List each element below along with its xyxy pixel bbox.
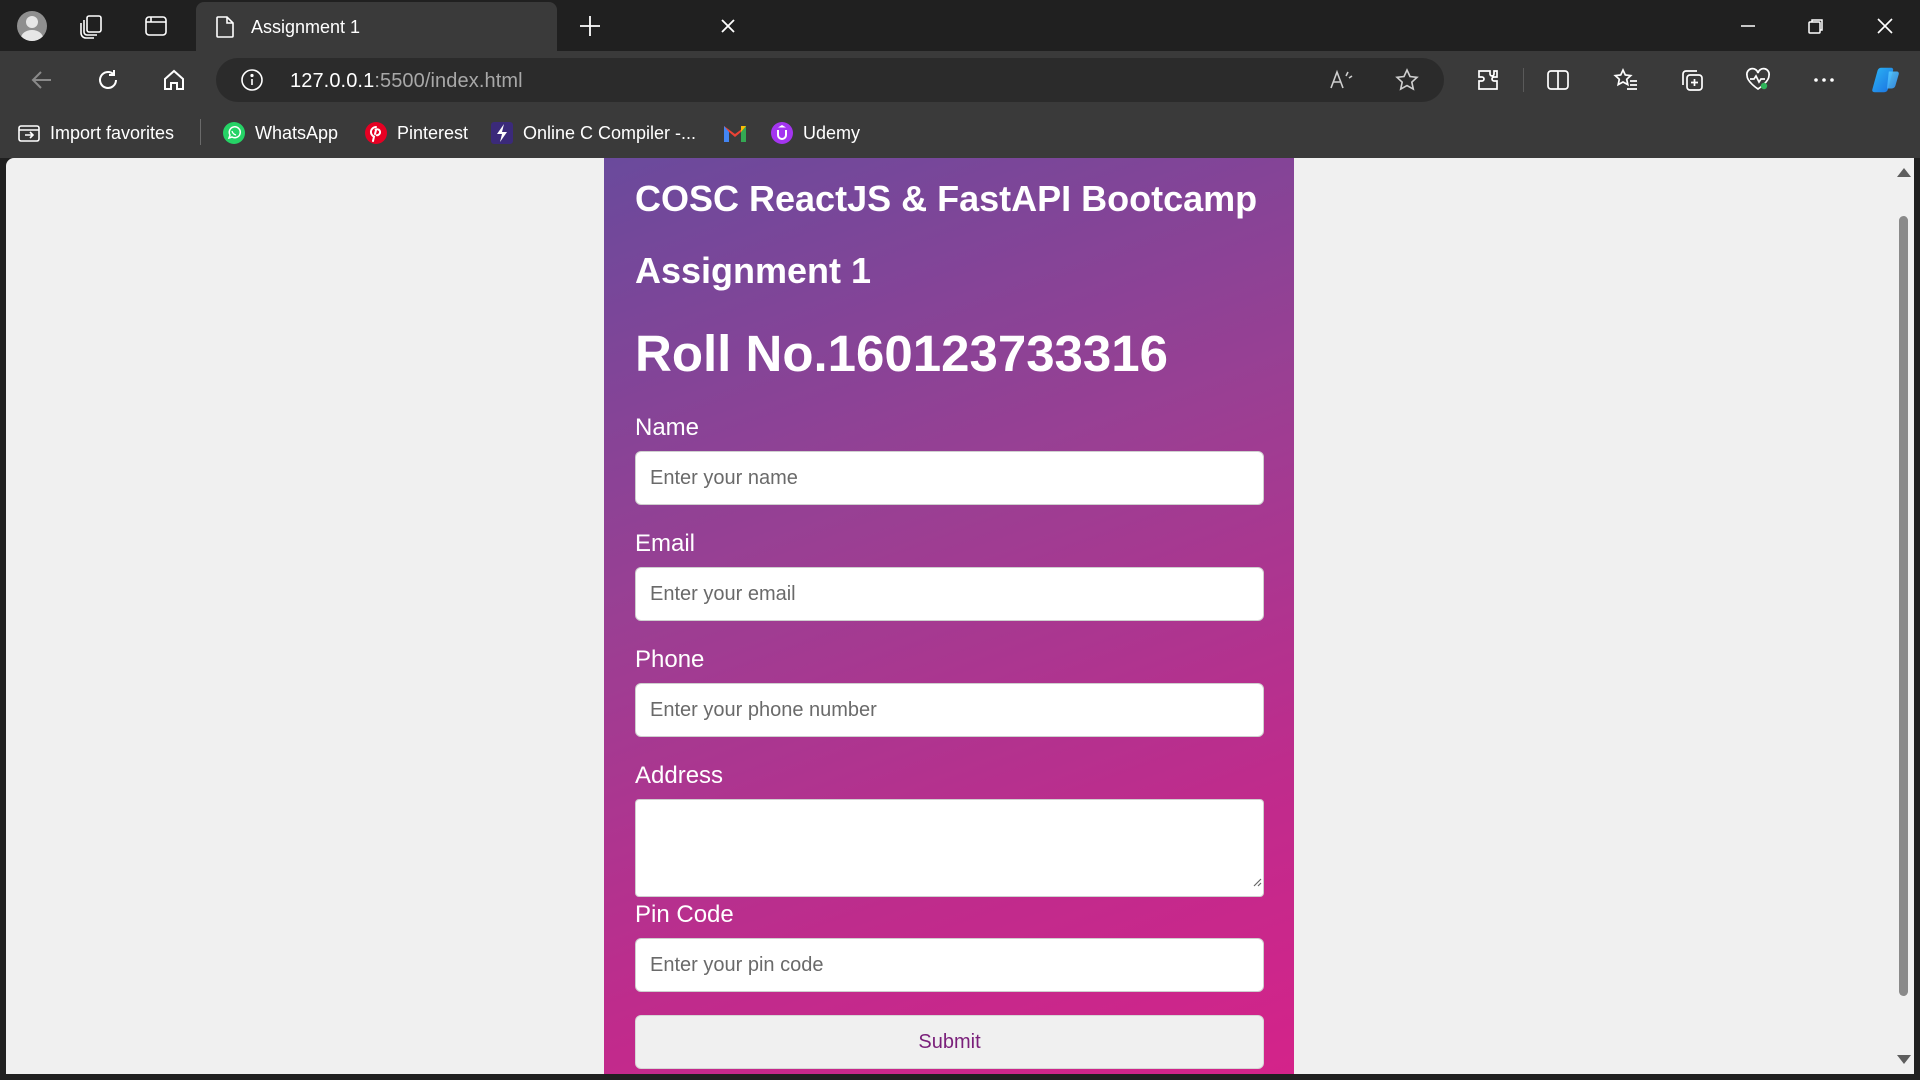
- reload-icon[interactable]: [92, 64, 124, 96]
- bookmark-divider: [200, 119, 201, 145]
- udemy-icon: [771, 122, 793, 144]
- bookmark-import-favorites[interactable]: Import favorites: [17, 118, 174, 148]
- tab-actions-icon[interactable]: [140, 10, 172, 42]
- bookmark-gmail[interactable]: [722, 118, 748, 148]
- extensions-icon[interactable]: [1472, 64, 1504, 96]
- bookmarks-bar: Import favorites WhatsApp Pinterest Onli…: [0, 108, 1920, 158]
- read-aloud-icon[interactable]: [1328, 67, 1354, 98]
- profile-avatar-icon[interactable]: [16, 10, 48, 42]
- bookmark-whatsapp[interactable]: WhatsApp: [222, 118, 338, 148]
- email-label: Email: [635, 530, 696, 557]
- tab-title: Assignment 1: [251, 17, 361, 37]
- minimize-icon[interactable]: [1728, 10, 1768, 42]
- whatsapp-icon: [223, 122, 245, 144]
- more-options-icon[interactable]: [1808, 64, 1840, 96]
- name-label: Name: [635, 414, 700, 441]
- split-screen-icon[interactable]: [1542, 64, 1574, 96]
- address-textarea[interactable]: [635, 799, 1264, 897]
- scroll-thumb[interactable]: [1899, 216, 1908, 996]
- gmail-icon: [724, 126, 746, 142]
- url-text[interactable]: 127.0.0.1:5500/index.html: [290, 70, 523, 93]
- roll-number: Roll No.160123733316: [635, 325, 1169, 382]
- back-icon[interactable]: [26, 64, 58, 96]
- address-label: Address: [635, 762, 724, 789]
- page-scrollbar[interactable]: [1892, 158, 1914, 1074]
- import-icon: [18, 125, 40, 142]
- course-title: COSC ReactJS & FastAPI Bootcamp: [635, 178, 1258, 219]
- submit-button[interactable]: Submit: [635, 1015, 1264, 1069]
- tab-assignment[interactable]: Assignment 1: [196, 2, 735, 51]
- workspaces-icon[interactable]: [76, 10, 108, 42]
- browser-toolbar: 127.0.0.1:5500/index.html: [0, 51, 1920, 108]
- phone-label: Phone: [635, 646, 705, 673]
- form-card: COSC ReactJS & FastAPI Bootcamp Assignme…: [604, 158, 1294, 1074]
- name-input[interactable]: [635, 451, 1264, 505]
- browser-essentials-icon[interactable]: [1742, 64, 1774, 96]
- new-tab-icon[interactable]: [574, 10, 606, 42]
- collections-icon[interactable]: [1676, 64, 1708, 96]
- bookmark-online-c-compiler[interactable]: Online C Compiler -...: [490, 118, 696, 148]
- pincode-input[interactable]: [635, 938, 1264, 992]
- resize-grip-icon[interactable]: [1252, 877, 1262, 887]
- scroll-down-arrow-icon[interactable]: [1897, 1055, 1911, 1064]
- close-window-icon[interactable]: [1865, 10, 1905, 42]
- browser-titlebar: Assignment 1: [0, 0, 1920, 51]
- copilot-icon[interactable]: [1870, 64, 1902, 96]
- document-icon: [216, 16, 234, 43]
- phone-input[interactable]: [635, 683, 1264, 737]
- restore-icon[interactable]: [1796, 10, 1836, 42]
- toolbar-divider: [1523, 68, 1524, 92]
- favorites-icon[interactable]: [1610, 64, 1642, 96]
- assignment-title: Assignment 1: [635, 250, 872, 291]
- pinterest-icon: [365, 122, 387, 144]
- home-icon[interactable]: [158, 64, 190, 96]
- bookmark-udemy[interactable]: Udemy: [770, 118, 860, 148]
- email-input[interactable]: [635, 567, 1264, 621]
- scroll-up-arrow-icon[interactable]: [1897, 168, 1911, 177]
- page-viewport: COSC ReactJS & FastAPI Bootcamp Assignme…: [6, 158, 1892, 1074]
- bookmark-pinterest[interactable]: Pinterest: [364, 118, 468, 148]
- pincode-label: Pin Code: [635, 901, 734, 928]
- address-bar[interactable]: 127.0.0.1:5500/index.html: [216, 58, 1444, 102]
- compiler-icon: [491, 122, 513, 144]
- window-bottom-edge: [0, 1074, 1920, 1080]
- site-info-icon[interactable]: [240, 68, 264, 97]
- favorite-star-icon[interactable]: [1394, 67, 1420, 98]
